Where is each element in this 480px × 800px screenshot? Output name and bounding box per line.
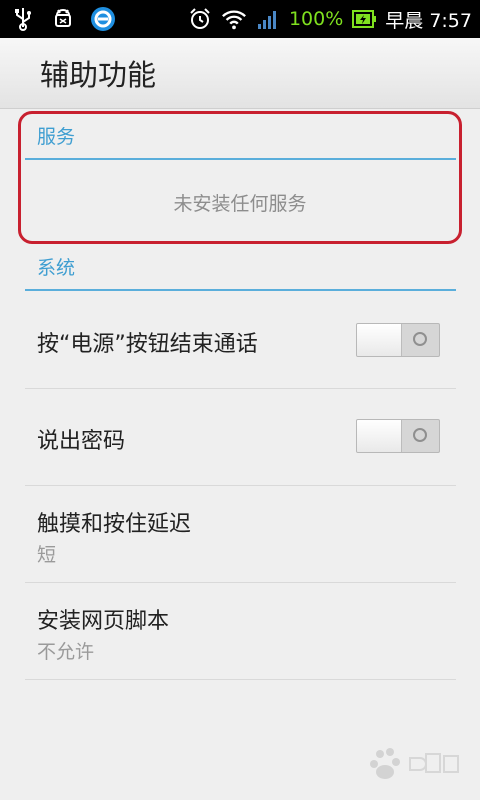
setting-title: 说出密码 — [37, 429, 126, 454]
page-title: 辅助功能 — [40, 58, 157, 92]
status-bar-left-icons — [10, 6, 116, 32]
setting-summary: 不允许 — [37, 641, 95, 663]
action-bar: 辅助功能 — [0, 38, 480, 109]
setting-title: 触摸和按住延迟 — [37, 512, 192, 537]
setting-title: 安装网页脚本 — [37, 609, 170, 634]
status-bar: 100% 早晨 7:57 — [0, 0, 480, 38]
setting-title: 按“电源”按钮结束通话 — [37, 332, 258, 357]
wifi-icon — [221, 6, 247, 32]
setting-row-speak-passwords[interactable]: 说出密码 — [25, 389, 456, 486]
battery-percentage: 100% — [288, 8, 344, 30]
system-section-header: 系统 — [25, 255, 456, 291]
signal-icon — [255, 6, 281, 32]
alarm-icon — [187, 6, 213, 32]
speak-passwords-toggle[interactable] — [356, 419, 440, 453]
baidu-watermark-logo — [366, 744, 462, 784]
toggle-off-ring-icon — [413, 332, 427, 346]
browser-app-icon — [90, 6, 116, 32]
setting-row-touch-hold-delay[interactable]: 触摸和按住延迟 短 — [25, 486, 456, 583]
android-debug-icon — [50, 6, 76, 32]
usb-icon — [10, 6, 36, 32]
toggle-knob — [357, 324, 402, 356]
status-bar-right: 100% 早晨 7:57 — [187, 4, 472, 34]
power-button-ends-call-toggle[interactable] — [356, 323, 440, 357]
setting-row-install-web-scripts[interactable]: 安装网页脚本 不允许 — [25, 583, 456, 680]
highlight-annotation — [18, 111, 462, 244]
toggle-knob — [357, 420, 402, 452]
setting-row-power-button-ends-call[interactable]: 按“电源”按钮结束通话 — [25, 292, 456, 389]
toggle-off-ring-icon — [413, 428, 427, 442]
clock: 早晨 7:57 — [385, 9, 472, 32]
battery-icon — [351, 6, 377, 32]
setting-summary: 短 — [37, 544, 57, 566]
